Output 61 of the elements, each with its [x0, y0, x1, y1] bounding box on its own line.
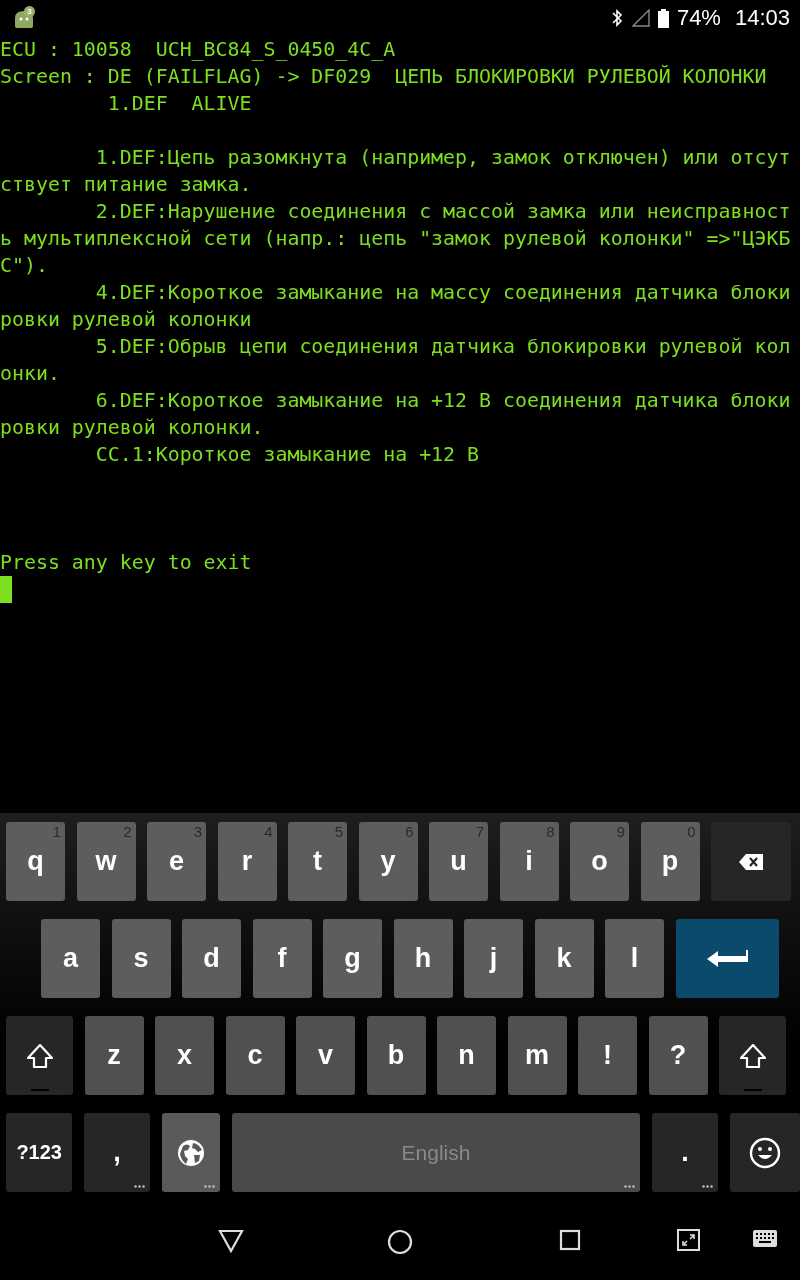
- backspace-key[interactable]: [711, 822, 791, 901]
- notification-count-badge: 3: [24, 6, 35, 17]
- terminal-line: 1.DEF ALIVE: [106, 91, 252, 117]
- key[interactable]: k: [534, 919, 594, 998]
- key[interactable]: ?123: [6, 1113, 73, 1192]
- key[interactable]: m: [507, 1016, 567, 1095]
- key[interactable]: g: [323, 919, 382, 998]
- terminal-line: ECU : 10058 UCH_BC84_S_0450_4C_A: [0, 37, 396, 63]
- key[interactable]: b: [366, 1016, 426, 1095]
- key[interactable]: a: [41, 919, 100, 998]
- terminal-line: Screen : DE (FAILFLAG) -> DF029 ЦЕПЬ БЛОКИРОВКИ РУЛЕВОЙ КОЛОНКИ: [0, 64, 767, 90]
- enter-key[interactable]: [675, 919, 779, 998]
- back-icon[interactable]: [218, 1229, 244, 1253]
- keyboard-icon[interactable]: [752, 1229, 778, 1248]
- terminal-line: ровки рулевой колонки.: [0, 415, 264, 441]
- recent-apps-icon[interactable]: [559, 1229, 581, 1251]
- terminal-line: 5.DEF:Обрыв цепи соединения датчика блокировки рулевой кол: [94, 334, 791, 360]
- home-icon[interactable]: [387, 1229, 413, 1255]
- key[interactable]: h: [393, 919, 453, 998]
- text-cursor: [0, 576, 12, 603]
- shift-key[interactable]: [6, 1016, 73, 1095]
- emoji-icon: [748, 1136, 781, 1169]
- key[interactable]: l: [605, 919, 664, 998]
- terminal-line: 4.DEF:Короткое замыкание на массу соединения датчика блоки: [94, 280, 791, 306]
- key[interactable]: j: [464, 919, 523, 998]
- language-key[interactable]: [161, 1113, 221, 1192]
- terminal-line: 6.DEF:Короткое замыкание на +12 В соединения датчика блоки: [94, 388, 791, 414]
- key[interactable]: ?: [648, 1016, 708, 1095]
- terminal-line: онки.: [0, 361, 60, 387]
- terminal-line: ствует питание замка.: [0, 172, 252, 198]
- emoji-key[interactable]: [729, 1113, 800, 1192]
- terminal-line: 2.DEF:Нарушение соединения с массой замка или неисправност: [94, 199, 791, 225]
- terminal-line: ь мультиплексной сети (напр.: цепь "замок рулевой колонки" =>"ЦЭКБ: [0, 226, 791, 252]
- backspace-icon: [739, 852, 763, 871]
- shift-icon: [739, 1043, 766, 1068]
- key[interactable]: !: [578, 1016, 637, 1095]
- key[interactable]: z: [84, 1016, 144, 1095]
- key[interactable]: d: [182, 919, 241, 998]
- signal-icon: [631, 9, 650, 27]
- terminal-line: 1.DEF:Цепь разомкнута (например, замок отключен) или отсут: [94, 145, 791, 171]
- terminal-line: Press any key to exit: [0, 550, 252, 576]
- terminal-line: CC.1:Короткое замыкание на +12 В: [94, 442, 479, 468]
- key[interactable]: s: [111, 919, 171, 998]
- enter-icon: [706, 949, 748, 968]
- key[interactable]: ,: [83, 1113, 151, 1192]
- key[interactable]: f: [252, 919, 312, 998]
- terminal-line: С").: [0, 253, 48, 279]
- globe-icon: [177, 1138, 206, 1167]
- key[interactable]: n: [437, 1016, 496, 1095]
- key[interactable]: .: [651, 1113, 719, 1192]
- shift-icon: [26, 1043, 53, 1068]
- key[interactable]: x: [155, 1016, 214, 1095]
- shift-key[interactable]: [719, 1016, 786, 1095]
- clock-time: 14:03: [734, 5, 790, 31]
- battery-icon: [657, 8, 669, 28]
- resize-icon[interactable]: [677, 1229, 700, 1251]
- battery-percentage: 74%: [676, 5, 721, 31]
- key[interactable]: v: [296, 1016, 355, 1095]
- bluetooth-icon: [609, 8, 624, 28]
- terminal-line: ровки рулевой колонки: [0, 307, 252, 333]
- key[interactable]: c: [225, 1016, 285, 1095]
